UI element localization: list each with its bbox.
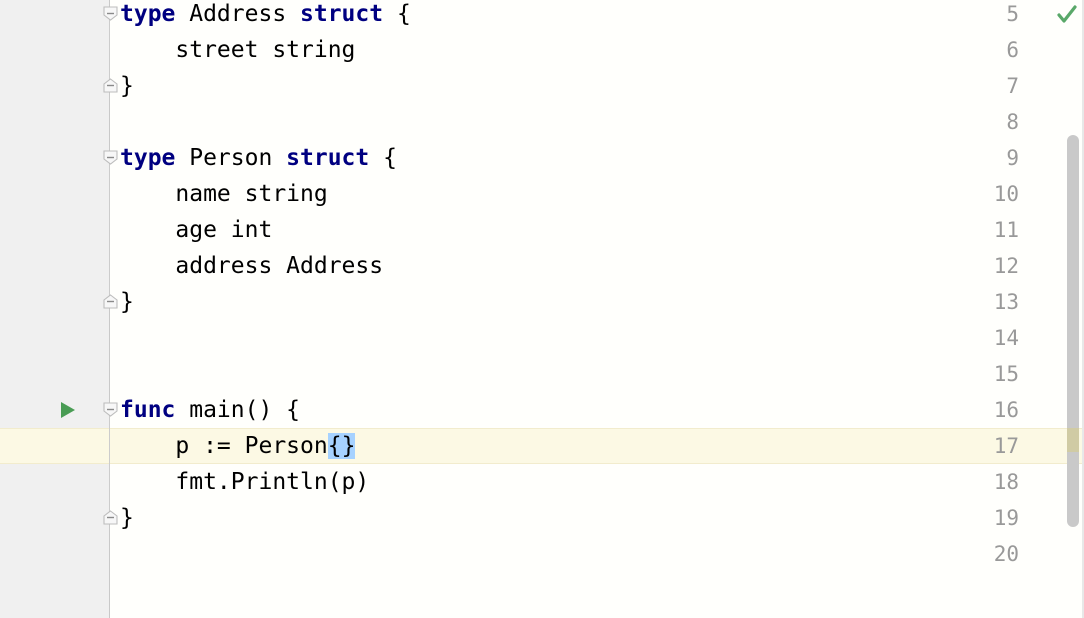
- code-token: Person: [175, 145, 287, 171]
- code-line[interactable]: age int: [120, 212, 272, 248]
- code-line[interactable]: }: [120, 500, 134, 536]
- editor-gutter[interactable]: [0, 0, 109, 618]
- code-token: }: [120, 289, 134, 315]
- code-line[interactable]: type Person struct {: [120, 140, 397, 176]
- vertical-scrollbar-track[interactable]: [1067, 0, 1082, 618]
- code-token: main() {: [175, 397, 301, 423]
- code-token: fmt.Println(p): [120, 469, 370, 495]
- keyword-token: struct: [286, 145, 370, 171]
- keyword-token: func: [120, 397, 176, 423]
- code-token: {: [383, 1, 411, 27]
- code-line[interactable]: street string: [120, 32, 355, 68]
- code-token: }: [120, 73, 134, 99]
- code-line[interactable]: }: [120, 284, 134, 320]
- keyword-token: type: [120, 1, 176, 27]
- vertical-scrollbar-thumb[interactable]: [1067, 135, 1079, 527]
- code-token: street string: [120, 37, 356, 63]
- code-token: age int: [120, 217, 273, 243]
- selected-text: {}: [327, 433, 356, 459]
- code-line[interactable]: func main() {: [120, 392, 300, 428]
- code-line[interactable]: }: [120, 68, 134, 104]
- scrollbar-caret-marker[interactable]: [1067, 428, 1079, 452]
- code-text-area[interactable]: type Address struct { street string} type…: [110, 0, 1084, 618]
- code-line[interactable]: name string: [120, 176, 328, 212]
- keyword-token: struct: [300, 1, 384, 27]
- code-line[interactable]: fmt.Println(p): [120, 464, 369, 500]
- code-line[interactable]: p := Person{}: [120, 428, 356, 464]
- code-token: }: [120, 505, 134, 531]
- keyword-token: type: [120, 145, 176, 171]
- code-token: {: [369, 145, 397, 171]
- code-token: Address: [175, 1, 301, 27]
- code-line[interactable]: type Address struct {: [120, 0, 411, 32]
- code-line[interactable]: address Address: [120, 248, 383, 284]
- code-token: address Address: [120, 253, 384, 279]
- run-arrow-icon[interactable]: [59, 400, 77, 420]
- code-token: name string: [120, 181, 328, 207]
- code-editor[interactable]: 5 6 7 8 9 10 11 12 13 14 15 16 17 18 19 20 type Address…: [0, 0, 1084, 618]
- code-token: p := Person: [120, 433, 328, 459]
